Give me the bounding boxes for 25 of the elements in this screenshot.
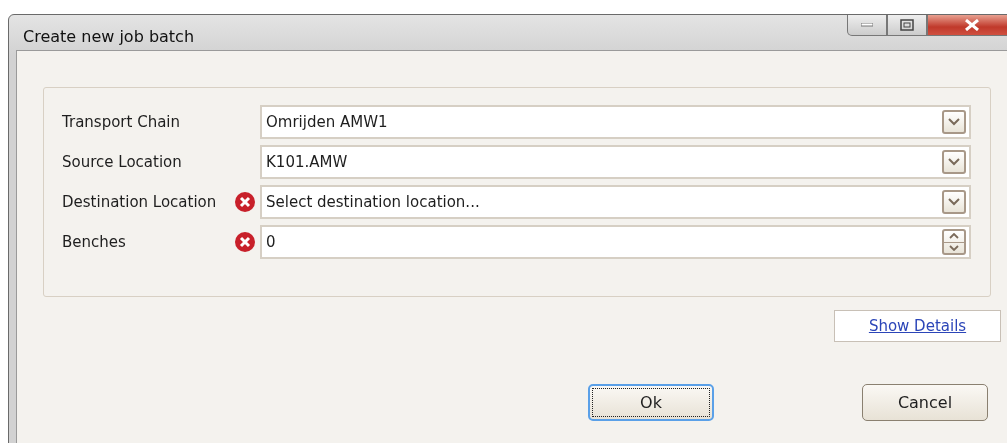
minimize-button[interactable] <box>847 15 887 36</box>
dropdown-button[interactable] <box>942 110 966 134</box>
maximize-button[interactable] <box>887 15 927 36</box>
field-label: Benches <box>62 233 127 251</box>
field-label: Source Location <box>62 153 183 171</box>
spinner-buttons[interactable] <box>942 229 966 255</box>
dropdown-button[interactable] <box>942 150 966 174</box>
dialog-button[interactable]: Cancel <box>862 384 988 421</box>
restore-icon <box>900 19 914 31</box>
dropdown-button[interactable] <box>942 190 966 214</box>
show-details-link[interactable]: Show Details <box>868 317 967 335</box>
chevron-down-icon <box>948 118 960 126</box>
dialog-button[interactable]: Ok <box>588 384 714 421</box>
number-field[interactable]: 0 <box>260 225 971 259</box>
dropdown-field[interactable]: K101.AMW <box>260 145 971 179</box>
chevron-down-icon <box>948 198 960 206</box>
minimize-icon <box>861 23 873 27</box>
field-label: Destination Location <box>62 193 218 211</box>
field-label: Transport Chain <box>62 113 181 131</box>
close-icon <box>964 19 980 31</box>
close-button[interactable] <box>927 15 1007 36</box>
dropdown-field[interactable]: Omrijden AMW1 <box>260 105 971 139</box>
dropdown-field[interactable]: Select destination location... <box>260 185 971 219</box>
chevron-down-icon <box>948 158 960 166</box>
window-title: Create new job batch <box>23 27 195 46</box>
